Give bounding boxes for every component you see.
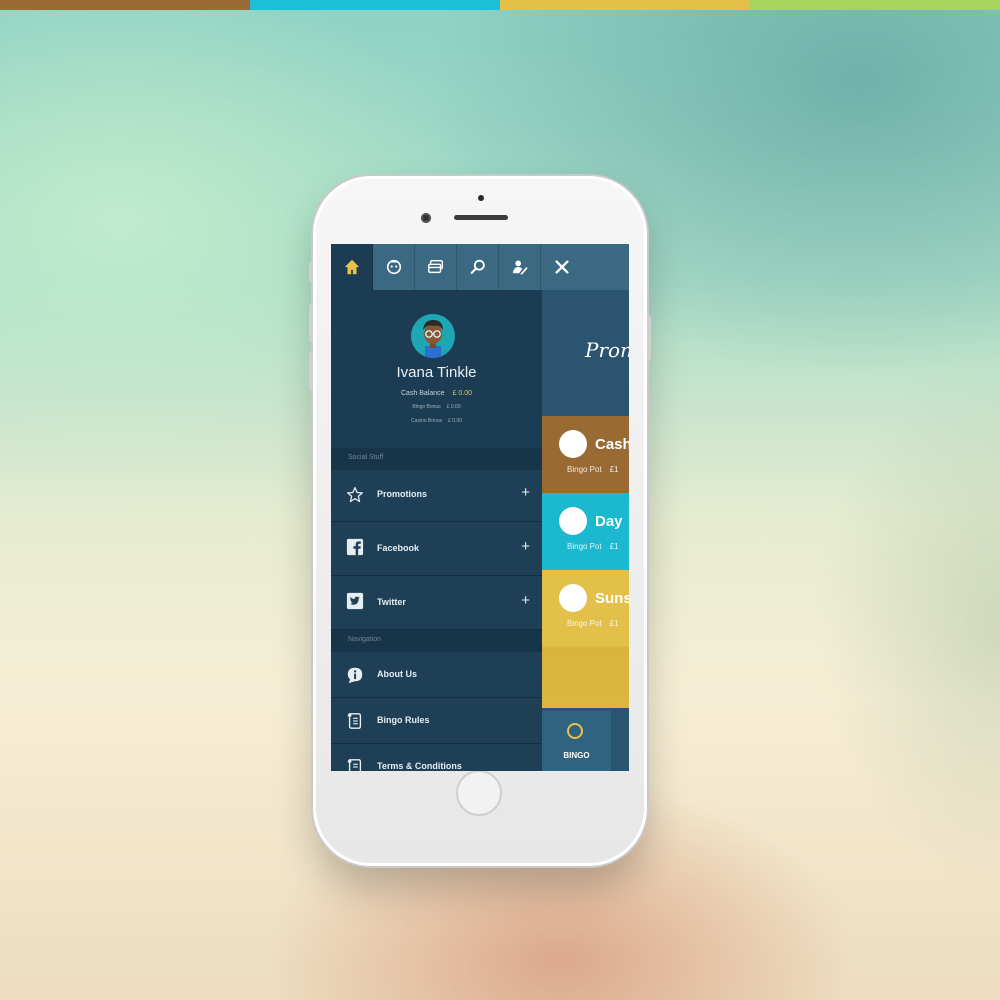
bingo-bonus-value: £ 0.00 xyxy=(446,404,461,410)
card-circle-icon xyxy=(559,507,587,535)
phone-sensor xyxy=(478,195,484,201)
phone-power-button xyxy=(647,316,651,360)
side-menu: Ivana Tinkle Cash Balance £ 0.00 Bingo Bo… xyxy=(331,290,542,771)
bingo-bonus-row: Bingo Bonus £ 0.00 xyxy=(331,404,542,410)
navigation-section-label: Navigation xyxy=(348,636,382,643)
expand-plus-icon[interactable]: + xyxy=(521,485,530,501)
account-edit-button[interactable] xyxy=(499,244,541,290)
navigation-section-header: Navigation xyxy=(331,630,542,652)
stripe-yellow xyxy=(500,0,750,10)
phone-camera xyxy=(421,213,431,223)
bingo-bonus-label: Bingo Bonus xyxy=(412,404,441,410)
menu-item-about-us[interactable]: About Us xyxy=(331,652,542,698)
top-toolbar xyxy=(331,244,629,290)
app-screen: Ivana Tinkle Cash Balance £ 0.00 Bingo Bo… xyxy=(331,244,629,771)
menu-item-label: About Us xyxy=(377,669,417,679)
phone-side-button xyxy=(309,262,313,282)
card-subtitle: Bingo Pot £1 xyxy=(567,465,619,474)
expand-plus-icon[interactable]: + xyxy=(521,539,530,555)
promo-card-sunset[interactable]: Suns Bingo Pot £1 xyxy=(542,570,629,708)
cash-balance-row: Cash Balance £ 0.00 xyxy=(331,390,542,397)
search-icon xyxy=(470,259,485,274)
user-edit-icon xyxy=(512,260,528,275)
twitter-icon xyxy=(346,592,364,610)
bingo-tab[interactable]: BINGO xyxy=(542,711,611,771)
home-icon xyxy=(344,259,359,275)
card-sub-label: Bingo Pot xyxy=(567,542,602,551)
bingo-tab-label: BINGO xyxy=(563,751,590,760)
card-title: Suns xyxy=(595,590,629,607)
card-subtitle: Bingo Pot £1 xyxy=(567,619,619,628)
cashier-button[interactable] xyxy=(415,244,457,290)
menu-item-label: Twitter xyxy=(377,597,406,607)
home-button[interactable] xyxy=(331,244,373,290)
menu-item-twitter[interactable]: Twitter + xyxy=(331,576,542,630)
stripe-brown xyxy=(0,0,250,10)
menu-item-promotions[interactable]: Promotions + xyxy=(331,470,542,522)
phone-speaker xyxy=(454,215,508,220)
card-sub-value: £1 xyxy=(609,542,619,551)
profile-button[interactable] xyxy=(373,244,415,290)
promo-card-cash[interactable]: Cash Bingo Pot £1 xyxy=(542,416,629,493)
promo-card-day[interactable]: Day Bingo Pot £1 xyxy=(542,493,629,570)
close-button[interactable] xyxy=(541,244,583,290)
card-sub-value: £1 xyxy=(609,619,619,628)
menu-item-facebook[interactable]: Facebook + xyxy=(331,522,542,576)
card-sub-value: £1 xyxy=(609,465,619,474)
card-sub-label: Bingo Pot xyxy=(567,619,602,628)
menu-item-bingo-rules[interactable]: Bingo Rules xyxy=(331,698,542,744)
cash-balance-label: Cash Balance xyxy=(400,390,445,397)
social-section-header: Social Stuff xyxy=(331,448,542,470)
profile-panel: Ivana Tinkle Cash Balance £ 0.00 Bingo Bo… xyxy=(331,290,542,448)
card-subtitle: Bingo Pot £1 xyxy=(567,542,619,551)
card-sub-label: Bingo Pot xyxy=(567,465,602,474)
phone-home-button[interactable] xyxy=(456,770,502,816)
expand-plus-icon[interactable]: + xyxy=(521,593,530,609)
promotions-heading: Prom xyxy=(585,338,629,362)
menu-item-terms[interactable]: Terms & Conditions xyxy=(331,744,542,771)
facebook-icon xyxy=(346,538,364,556)
casino-bonus-row: Casino Bonus £ 0.00 xyxy=(331,418,542,424)
close-icon xyxy=(555,260,569,274)
stripe-green xyxy=(750,0,1000,10)
casino-bonus-value: £ 0.00 xyxy=(448,418,463,424)
social-section-label: Social Stuff xyxy=(348,454,384,461)
info-icon xyxy=(347,667,363,684)
casino-bonus-label: Casino Bonus xyxy=(410,418,443,424)
cash-balance-value: £ 0.00 xyxy=(452,390,473,397)
main-content-peek: Prom Cash Bingo Pot £1 Day Bingo Pot £1 Su… xyxy=(542,290,629,771)
top-color-stripe xyxy=(0,0,1000,10)
card-circle-icon xyxy=(559,584,587,612)
menu-item-label: Facebook xyxy=(377,543,420,553)
menu-item-label: Terms & Conditions xyxy=(377,761,462,771)
star-icon xyxy=(346,486,364,503)
search-button[interactable] xyxy=(457,244,499,290)
stripe-cyan xyxy=(250,0,500,10)
avatar-face-icon xyxy=(386,259,401,275)
menu-item-label: Promotions xyxy=(377,489,428,499)
scroll-icon xyxy=(347,713,362,729)
phone-volume-down xyxy=(309,352,313,390)
card-title: Day xyxy=(595,513,623,530)
bingo-ring-icon xyxy=(567,723,583,739)
scroll-icon xyxy=(347,759,362,771)
avatar[interactable] xyxy=(411,314,455,358)
card-title: Cash xyxy=(595,436,629,453)
menu-item-label: Bingo Rules xyxy=(377,715,430,725)
avatar-illustration xyxy=(423,320,443,358)
phone-volume-up xyxy=(309,304,313,342)
cards-icon xyxy=(427,259,443,274)
card-circle-icon xyxy=(559,430,587,458)
user-name: Ivana Tinkle xyxy=(396,364,477,381)
